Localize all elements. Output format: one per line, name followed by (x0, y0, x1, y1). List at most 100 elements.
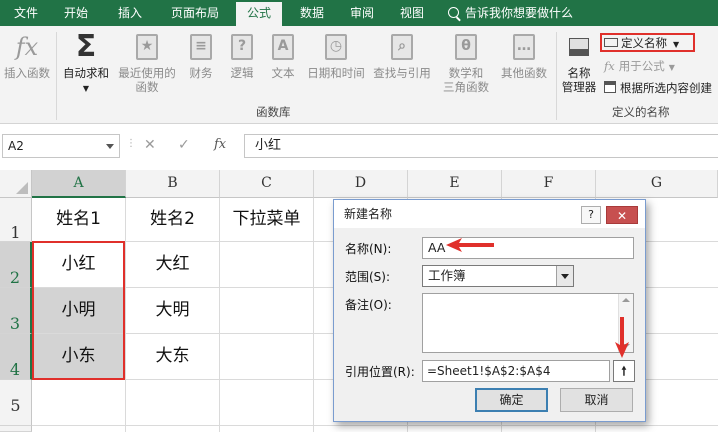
text-book-icon: A (268, 32, 298, 62)
tab-view[interactable]: 视图 (392, 0, 432, 26)
row-header-4[interactable]: 4 (0, 334, 32, 380)
tell-me-search[interactable]: 告诉我你想要做什么 (448, 0, 573, 26)
lookup-label: 查找与引用 (373, 66, 431, 80)
name-box[interactable]: A2 (2, 134, 120, 158)
selection-highlight (32, 241, 125, 380)
use-in-formula-label: 用于公式 (618, 59, 665, 73)
row-header-6[interactable] (0, 426, 32, 432)
chevron-down-icon[interactable] (556, 266, 573, 286)
tab-page-layout[interactable]: 页面布局 (164, 0, 226, 26)
chevron-down-icon: ▼ (82, 84, 90, 93)
insert-function-label: 插入函数 (4, 66, 50, 80)
insert-function-button[interactable]: fx 插入函数 (2, 32, 52, 80)
column-header-f[interactable]: F (502, 170, 596, 198)
formula-bar: A2 ⋮ ✕ ✓ fx 小红 (0, 124, 718, 170)
cell-c1[interactable]: 下拉菜单 (220, 198, 313, 241)
row-header-5[interactable]: 5 (0, 380, 32, 426)
scope-label: 范围(S): (345, 270, 391, 284)
ribbon-tab-bar: 文件 开始 插入 页面布局 公式 数据 审阅 视图 告诉我你想要做什么 (0, 0, 718, 26)
date-time-label: 日期和时间 (307, 66, 365, 80)
refers-to-input[interactable]: =Sheet1!$A$2:$A$4 (422, 360, 610, 382)
comment-textarea[interactable] (422, 293, 634, 353)
help-button[interactable]: ? (581, 206, 601, 224)
clock-book-icon: ◷ (321, 32, 351, 62)
magnifier-book-icon: ⌕ (387, 32, 417, 62)
lookup-button[interactable]: ⌕ 查找与引用 (370, 32, 434, 80)
scope-value: 工作簿 (428, 268, 466, 283)
theta-book-icon: θ (451, 32, 481, 62)
more-functions-label: 其他函数 (501, 66, 547, 80)
tab-file[interactable]: 文件 (8, 0, 44, 26)
create-from-selection-label: 根据所选内容创建 (620, 81, 712, 95)
more-functions-button[interactable]: … 其他函数 (498, 32, 550, 80)
separator (56, 32, 57, 120)
group-label-defined-names: 定义的名称 (612, 105, 670, 119)
math-label-2: 三角函数 (443, 80, 489, 94)
cancel-button[interactable]: 取消 (560, 388, 633, 412)
cell-b2[interactable]: 大红 (126, 242, 219, 287)
formula-bar-grip: ⋮ (126, 138, 136, 149)
create-from-selection-button[interactable]: 根据所选内容创建 (604, 79, 712, 97)
cell-b4[interactable]: 大东 (126, 334, 219, 379)
recently-used-button[interactable]: ★ 最近使用的 函数 (114, 32, 180, 94)
text-button[interactable]: A 文本 (264, 32, 302, 80)
cancel-entry-icon[interactable]: ✕ (144, 137, 156, 153)
question-book-icon: ? (227, 32, 257, 62)
formula-input[interactable]: 小红 (244, 134, 718, 158)
name-box-value: A2 (8, 139, 24, 153)
annotation-arrow-refers (615, 317, 629, 358)
name-manager-button[interactable]: 名称 管理器 (558, 32, 600, 94)
group-label-function-library: 函数库 (256, 105, 291, 119)
use-in-formula-button[interactable]: fx 用于公式 ▼ (604, 57, 675, 75)
row-header-2[interactable]: 2 (0, 242, 32, 288)
row-header-3[interactable]: 3 (0, 288, 32, 334)
column-header-b[interactable]: B (126, 170, 220, 198)
logical-button[interactable]: ? 逻辑 (224, 32, 260, 80)
chevron-down-icon[interactable] (106, 144, 114, 149)
column-header-a[interactable]: A (32, 170, 126, 198)
dialog-title: 新建名称 (344, 207, 393, 221)
ribbon-formulas: fx 插入函数 Σ 自动求和 ▼ ★ 最近使用的 函数 ≡ 财务 ? 逻辑 A … (0, 26, 718, 124)
tab-review[interactable]: 审阅 (342, 0, 382, 26)
row-header-1[interactable]: 1 (0, 198, 32, 242)
fx-small-icon: fx (604, 59, 615, 73)
name-manager-label-1: 名称 (567, 66, 591, 80)
autosum-button[interactable]: Σ 自动求和 ▼ (60, 32, 112, 96)
math-trig-button[interactable]: θ 数学和 三角函数 (436, 32, 496, 94)
recent-label-1: 最近使用的 (118, 66, 176, 80)
arrow-up-icon: 🠕 (621, 364, 627, 378)
tab-formulas[interactable]: 公式 (236, 2, 282, 26)
close-button[interactable]: ✕ (606, 206, 638, 224)
confirm-entry-icon[interactable]: ✓ (178, 137, 190, 153)
select-all-corner[interactable] (0, 170, 32, 198)
new-name-dialog: 新建名称 ? ✕ 名称(N): AA 范围(S): 工作簿 备注(O): 引用位… (333, 199, 646, 422)
sigma-icon: Σ (75, 29, 97, 64)
column-header-g[interactable]: G (596, 170, 718, 198)
cell-b3[interactable]: 大明 (126, 288, 219, 333)
ok-button[interactable]: 确定 (475, 388, 548, 412)
tab-home[interactable]: 开始 (56, 0, 96, 26)
annotation-arrow-name (446, 238, 494, 252)
date-time-button[interactable]: ◷ 日期和时间 (304, 32, 368, 80)
financial-button[interactable]: ≡ 财务 (182, 32, 220, 80)
column-header-d[interactable]: D (314, 170, 408, 198)
cell-b1[interactable]: 姓名2 (126, 198, 219, 241)
name-manager-icon (564, 32, 594, 62)
math-label-1: 数学和 (448, 66, 484, 80)
coins-icon: ≡ (186, 32, 216, 62)
gridline (313, 198, 314, 432)
collapse-dialog-button[interactable]: 🠕 (613, 360, 635, 382)
column-header-e[interactable]: E (408, 170, 502, 198)
refers-to-label: 引用位置(R): (345, 365, 415, 379)
recent-label-2: 函数 (135, 80, 159, 94)
cell-a1[interactable]: 姓名1 (32, 198, 125, 241)
tab-insert[interactable]: 插入 (110, 0, 150, 26)
tab-data[interactable]: 数据 (292, 0, 332, 26)
financial-label: 财务 (189, 66, 213, 80)
tell-me-text: 告诉我你想要做什么 (465, 6, 574, 20)
define-name-highlight (600, 33, 695, 52)
scope-select[interactable]: 工作簿 (422, 265, 574, 287)
column-header-c[interactable]: C (220, 170, 314, 198)
insert-function-icon[interactable]: fx (214, 137, 226, 152)
star-book-icon: ★ (132, 32, 162, 62)
